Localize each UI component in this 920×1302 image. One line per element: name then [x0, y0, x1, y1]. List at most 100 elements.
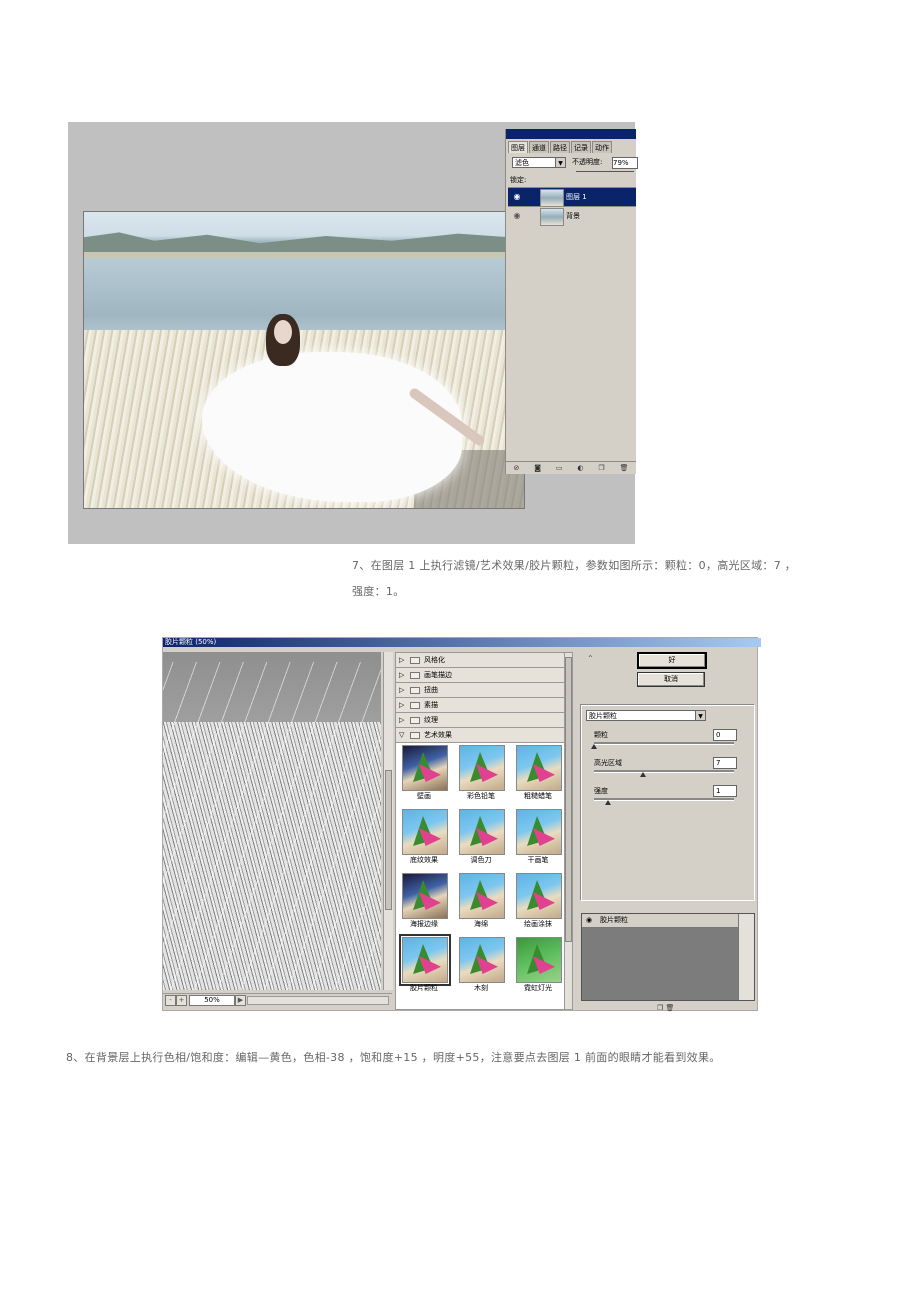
tab-history[interactable]: 记录 — [571, 141, 591, 153]
category-texture[interactable]: ▷ 纹理 — [396, 713, 564, 728]
opacity-label: 不透明度: — [572, 158, 603, 166]
filter-gallery-dialog: 胶片颗粒 (50%) - + 50% ▶ ▷ 风格化 ▷ 画笔描边 ▷ 扭曲 ▷ 素描 … — [162, 637, 761, 1012]
filter-thumbnail-2[interactable] — [459, 745, 505, 791]
eye-icon[interactable]: ◉ — [584, 914, 594, 927]
mask-icon[interactable]: ◙ — [534, 464, 541, 472]
step7-caption: 7、在图层 1 上执行滤镜/艺术效果/胶片颗粒，参数如图所示：颗粒：0，高光区域… — [352, 553, 872, 605]
zoom-in-button[interactable]: + — [176, 995, 187, 1006]
link-icon[interactable]: ⊘ — [513, 464, 519, 472]
effect-layers: ◉ 胶片颗粒 — [581, 913, 755, 1001]
open-folder-icon — [410, 732, 420, 739]
effect-layer-name: 胶片颗粒 — [600, 916, 628, 924]
category-distort[interactable]: ▷ 扭曲 — [396, 683, 564, 698]
param-slider-track[interactable] — [594, 798, 734, 801]
filter-thumbnail-label: 调色刀 — [470, 856, 492, 864]
category-artistic[interactable]: ▽ 艺术效果 — [396, 728, 564, 743]
eye-icon[interactable]: ◉ — [512, 210, 522, 222]
opacity-slider[interactable] — [576, 171, 634, 172]
layer-row-1[interactable]: ◉ 图层 1 — [508, 187, 636, 207]
new-layer-icon[interactable]: ❐ — [598, 464, 604, 472]
step8-caption: 8、在背景层上执行色相/饱和度：编辑—黄色，色相-38 ，饱和度+15 ，明度+… — [66, 1051, 721, 1064]
trash-icon[interactable]: 🗑 — [666, 1004, 675, 1012]
param-input[interactable]: 7 — [713, 757, 737, 769]
filter-thumbnail-label: 海绵 — [474, 920, 488, 928]
ok-button[interactable]: 好 — [637, 652, 707, 669]
param-slider-track[interactable] — [594, 770, 734, 773]
filter-preview[interactable] — [163, 652, 381, 990]
param-input[interactable]: 0 — [713, 729, 737, 741]
filter-thumbnail-label: 干画笔 — [527, 856, 549, 864]
category-sketch[interactable]: ▷ 素描 — [396, 698, 564, 713]
zoom-out-button[interactable]: - — [165, 995, 176, 1006]
zoom-dropdown-icon[interactable]: ▶ — [235, 995, 246, 1006]
param-input[interactable]: 1 — [713, 785, 737, 797]
filter-thumbnail-label: 胶片颗粒 — [410, 984, 438, 992]
chevron-down-icon: ▼ — [555, 158, 565, 167]
blend-mode-value: 滤色 — [515, 159, 529, 167]
folder-icon — [410, 717, 420, 724]
folder-icon[interactable]: ▭ — [556, 464, 563, 472]
filter-thumbnail-3[interactable] — [516, 745, 562, 791]
filter-thumbnail-5[interactable] — [459, 809, 505, 855]
filter-thumbnail-12[interactable] — [516, 937, 562, 983]
zoom-value[interactable]: 50% — [189, 995, 235, 1006]
effect-buttons: ❐ 🗑 — [657, 1004, 674, 1012]
filter-thumbnail-10[interactable] — [399, 934, 451, 986]
layers-panel: 图层 通道 路径 记录 动作 滤色 ▼ 不透明度: 79% 锁定: ◉ 图层 1… — [505, 129, 638, 474]
blend-mode-select[interactable]: 滤色 ▼ — [512, 157, 566, 168]
filter-thumbnail-8[interactable] — [459, 873, 505, 919]
tab-paths[interactable]: 路径 — [550, 141, 570, 153]
category-stylize[interactable]: ▷ 风格化 — [396, 653, 564, 668]
layer-row-background[interactable]: ◉ 背景 — [508, 206, 636, 226]
layer-buttons: ⊘ ◙ ▭ ◐ ❐ 🗑 — [506, 461, 636, 474]
layer-name: 背景 — [566, 212, 580, 220]
trash-icon[interactable]: 🗑 — [620, 464, 629, 472]
filter-select-value: 胶片颗粒 — [589, 712, 617, 720]
filter-thumbnail-label: 霓虹灯光 — [524, 984, 552, 992]
layer-thumbnail — [540, 208, 564, 226]
filter-thumbnail-1[interactable] — [402, 745, 448, 791]
cancel-button[interactable]: 取消 — [637, 672, 705, 687]
effect-layer-row[interactable]: ◉ 胶片颗粒 — [582, 914, 738, 928]
effect-scrollbar[interactable] — [738, 914, 754, 1000]
filter-thumbnail-label: 海报边缘 — [410, 920, 438, 928]
lock-label: 锁定: — [510, 176, 527, 184]
tab-layers[interactable]: 图层 — [508, 141, 528, 153]
filter-thumbnail-label: 粗糙蜡笔 — [524, 792, 552, 800]
opacity-input[interactable]: 79% — [612, 157, 638, 169]
folder-icon — [410, 687, 420, 694]
filter-thumbnail-4[interactable] — [402, 809, 448, 855]
category-brush-strokes[interactable]: ▷ 画笔描边 — [396, 668, 564, 683]
param-slider-knob[interactable] — [591, 744, 597, 749]
collapse-icon[interactable]: ⌃ — [587, 654, 594, 663]
param-label: 强度 — [594, 787, 608, 795]
panel-tabs: 图层 通道 路径 记录 动作 — [508, 141, 636, 153]
folder-icon — [410, 672, 420, 679]
filter-list-scrollbar[interactable] — [564, 653, 572, 1009]
param-slider-track[interactable] — [594, 742, 734, 745]
filter-thumbnail-label: 彩色铅笔 — [467, 792, 495, 800]
preview-hscroll[interactable] — [247, 996, 389, 1005]
filter-thumbnail-label: 壁画 — [417, 792, 431, 800]
param-slider-knob[interactable] — [640, 772, 646, 777]
param-label: 高光区域 — [594, 759, 622, 767]
preview-scrollbar[interactable] — [383, 652, 393, 990]
filter-thumbnail-6[interactable] — [516, 809, 562, 855]
eye-icon[interactable]: ◉ — [512, 191, 522, 203]
filter-thumbnail-11[interactable] — [459, 937, 505, 983]
filter-thumbnail-label: 绘画涂抹 — [524, 920, 552, 928]
step7-line1: 7、在图层 1 上执行滤镜/艺术效果/胶片颗粒，参数如图所示：颗粒：0，高光区域… — [352, 559, 797, 572]
tab-channels[interactable]: 通道 — [529, 141, 549, 153]
layer-thumbnail — [540, 189, 564, 207]
zoom-bar: - + 50% ▶ — [163, 993, 392, 1006]
param-label: 颗粒 — [594, 731, 608, 739]
filter-thumbnail-7[interactable] — [402, 873, 448, 919]
adjustment-icon[interactable]: ◐ — [577, 464, 583, 472]
filter-thumbnail-label: 底纹效果 — [410, 856, 438, 864]
dialog-title: 胶片颗粒 (50%) — [163, 638, 761, 647]
new-effect-icon[interactable]: ❐ — [657, 1004, 663, 1012]
filter-thumbnail-9[interactable] — [516, 873, 562, 919]
filter-select[interactable]: 胶片颗粒 ▼ — [586, 710, 706, 721]
tab-actions[interactable]: 动作 — [592, 141, 612, 153]
param-slider-knob[interactable] — [605, 800, 611, 805]
